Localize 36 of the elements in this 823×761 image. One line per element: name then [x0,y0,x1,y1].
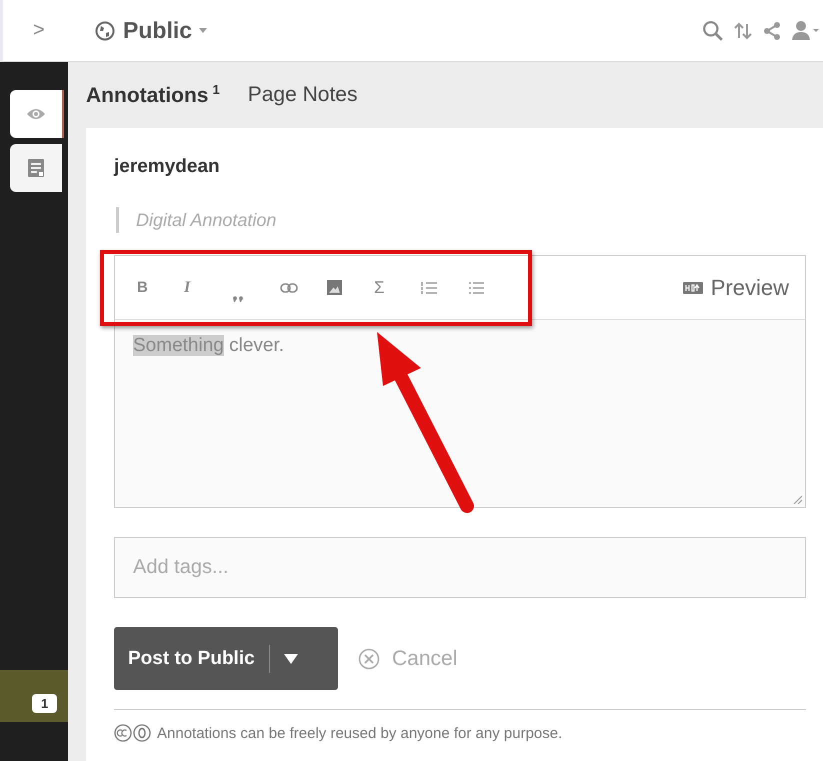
user-menu-icon[interactable] [791,20,819,42]
annotation-count-badge[interactable]: 1 [32,694,58,713]
tab[interactable]: Annotations $^{1}$ [86,82,220,108]
sort-icon[interactable] [733,20,753,40]
annotation-text: Something clever. [115,320,805,507]
resize-handle-icon[interactable] [792,494,802,504]
search-icon[interactable] [702,20,724,42]
bold-button[interactable]: B [137,272,184,302]
quote-icon [233,294,245,302]
link-icon [280,282,298,292]
license-icon [114,724,152,742]
italic-button[interactable]: I [184,272,231,302]
math-button[interactable]: Σ [374,272,421,302]
caret-icon [284,654,298,664]
editor-field[interactable]: B I Σ Preview Something clever. [114,255,806,508]
globe-icon [95,20,115,40]
sidebar-tab[interactable] [10,90,64,138]
image-icon [327,280,342,295]
tags-field[interactable]: Add tags... [114,537,806,598]
expand-toggle[interactable]: > [33,19,53,42]
sidebar-tab[interactable] [10,144,62,192]
post-button[interactable]: Post to Public [114,627,338,690]
close-icon [358,648,380,670]
caret-icon [199,28,208,33]
bulleted-list-icon [468,280,484,294]
license-text: Annotations can be freely reused by anyone for any purpose. [157,724,562,742]
preview-button[interactable]: Preview [682,274,789,300]
numbered-list-icon [421,280,437,294]
group-dropdown[interactable]: Public [123,17,208,44]
tab[interactable]: Page Notes [248,83,358,107]
preview-icon [682,282,703,294]
eye-icon [26,107,46,121]
note-icon [27,158,45,178]
quoted-text: Digital Annotation [116,207,806,233]
username[interactable]: jeremydean [114,156,806,186]
share-icon[interactable] [762,20,782,40]
